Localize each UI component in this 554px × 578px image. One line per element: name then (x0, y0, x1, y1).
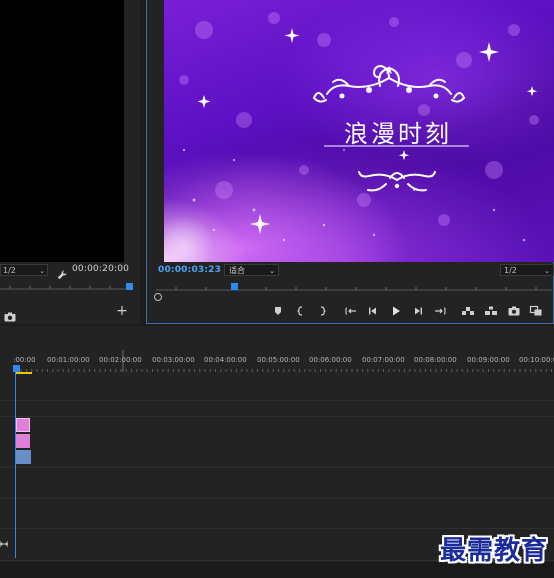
video-track-v2[interactable] (0, 400, 554, 417)
chevron-down-icon: ⌄ (544, 267, 550, 275)
video-track-v1[interactable] (0, 416, 554, 468)
audio-track-a1[interactable] (0, 468, 554, 499)
ruler-start-handle[interactable] (154, 293, 162, 301)
watermark-text: 最需教育 (439, 536, 548, 566)
ruler-tick-label: 00:01:00:00 (47, 356, 90, 364)
ruler-tick-label: 00:05:00:00 (257, 356, 300, 364)
step-forward-icon[interactable] (411, 305, 425, 317)
mark-out-icon[interactable] (315, 305, 329, 317)
ruler-tick-label: 00:07:00:00 (362, 356, 405, 364)
chevron-down-icon: ⌄ (269, 267, 275, 275)
program-resolution-value: 1/2 (504, 266, 517, 275)
ruler-tick-label: 00:04:00:00 (204, 356, 247, 364)
track-resize-handle-icon[interactable] (0, 533, 9, 547)
program-playhead[interactable] (231, 283, 238, 290)
lift-icon[interactable] (461, 305, 475, 317)
source-resolution-select[interactable]: 1/2 ⌄ (0, 264, 48, 276)
source-duration-timecode[interactable]: 00:00:20:00 (72, 264, 129, 274)
ruler-tick-label: 00:10:00:00 (519, 356, 554, 364)
source-monitor-viewer[interactable] (0, 0, 124, 262)
export-frame-icon[interactable] (507, 305, 521, 317)
ruler-tick-label: 00:03:00:00 (152, 356, 195, 364)
source-time-ruler[interactable] (0, 280, 132, 292)
video-frame-graphic: 浪漫时刻 (164, 12, 539, 262)
zoom-level-value: 适合 (229, 266, 245, 275)
program-playhead-timecode[interactable]: 00:00:03:23 (158, 265, 221, 275)
timeline-clip[interactable] (16, 418, 30, 432)
comparison-view-icon[interactable] (529, 305, 543, 317)
go-to-out-icon[interactable] (433, 305, 447, 317)
chevron-down-icon: ⌄ (39, 267, 45, 275)
source-playhead[interactable] (126, 283, 133, 290)
timeline-clip[interactable] (16, 450, 31, 464)
timeline-playhead[interactable] (13, 365, 20, 372)
ruler-tick-label: 00:08:00:00 (414, 356, 457, 364)
zoom-level-select[interactable]: 适合 ⌄ (224, 264, 279, 276)
program-monitor-viewer[interactable]: 浪漫时刻 (164, 0, 554, 262)
ruler-tick-label: :00:00 (13, 356, 36, 364)
video-title-text: 浪漫时刻 (344, 120, 452, 148)
timeline-playhead-line[interactable] (15, 372, 16, 558)
work-area-bar[interactable] (16, 372, 32, 374)
mark-in-icon[interactable] (294, 305, 308, 317)
audio-track-a2[interactable] (0, 498, 554, 529)
step-back-icon[interactable] (366, 305, 380, 317)
program-time-ruler[interactable] (156, 280, 552, 294)
play-icon[interactable] (389, 305, 403, 317)
video-track-v3[interactable] (0, 378, 554, 401)
timeline-clip[interactable] (16, 434, 30, 448)
ruler-tick-label: 00:09:00:00 (467, 356, 510, 364)
source-resolution-value: 1/2 (3, 266, 16, 275)
wrench-icon[interactable] (57, 265, 67, 280)
extract-icon[interactable] (484, 305, 498, 317)
marker-icon[interactable] (271, 305, 285, 317)
go-to-in-icon[interactable] (344, 305, 358, 317)
add-button[interactable]: + (116, 304, 128, 318)
camera-icon[interactable] (4, 307, 16, 322)
ruler-tick-label: 00:02:00:00 (99, 356, 142, 364)
program-resolution-select[interactable]: 1/2 ⌄ (500, 264, 554, 276)
ruler-tick-label: 00:06:00:00 (309, 356, 352, 364)
